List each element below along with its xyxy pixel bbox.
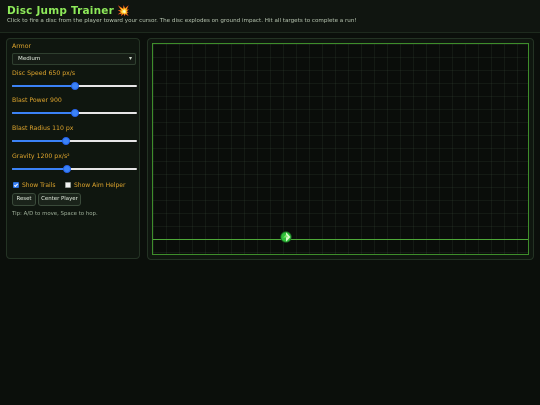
ground-line [153,239,528,240]
slider-fill [12,112,75,114]
collision-icon: 💥 [117,6,130,17]
show-trails-checkbox[interactable] [13,182,19,188]
game-panel [147,38,534,260]
player-disc-icon [280,231,292,243]
page-title: Disc Jump Trainer 💥 [7,5,130,17]
disc-speed-slider[interactable] [12,82,137,90]
show-aim-helper-toggle[interactable]: Show Aim Helper [65,182,125,189]
settings-panel: Armor Medium ▾ Disc Speed 650 px/s Blast… [6,38,140,259]
armor-label: Armor [12,43,32,50]
blast-radius-slider[interactable] [12,137,137,145]
title-text: Disc Jump Trainer [7,5,114,17]
blast-power-label: Blast Power 900 [12,97,62,104]
controls-tip: Tip: A/D to move, Space to hop. [12,211,98,217]
slider-fill [12,85,75,87]
show-trails-label: Show Trails [22,182,56,189]
slider-thumb[interactable] [61,137,70,145]
gravity-label: Gravity 1200 px/s² [12,153,70,160]
gravity-slider[interactable] [12,165,137,173]
slider-fill [12,140,66,142]
slider-thumb[interactable] [70,82,79,90]
slider-fill [12,168,67,170]
blast-power-slider[interactable] [12,109,137,117]
header-bar: Disc Jump Trainer 💥 Click to fire a disc … [0,0,540,33]
show-trails-toggle[interactable]: Show Trails [13,182,55,189]
center-player-button[interactable]: Center Player [38,193,81,206]
slider-thumb[interactable] [63,165,71,173]
disc-speed-label: Disc Speed 650 px/s [12,70,76,77]
blast-radius-label: Blast Radius 110 px [12,125,74,132]
show-aim-helper-checkbox[interactable] [65,182,71,188]
armor-select-value: Medium [18,56,41,62]
slider-thumb[interactable] [70,109,79,117]
page-subtitle: Click to fire a disc from the player tow… [7,18,357,24]
chevron-down-icon: ▾ [128,55,132,62]
show-aim-helper-label: Show Aim Helper [74,182,126,189]
reset-button[interactable]: Reset [12,193,36,206]
game-canvas[interactable] [152,43,529,255]
armor-select[interactable]: Medium ▾ [12,53,136,65]
